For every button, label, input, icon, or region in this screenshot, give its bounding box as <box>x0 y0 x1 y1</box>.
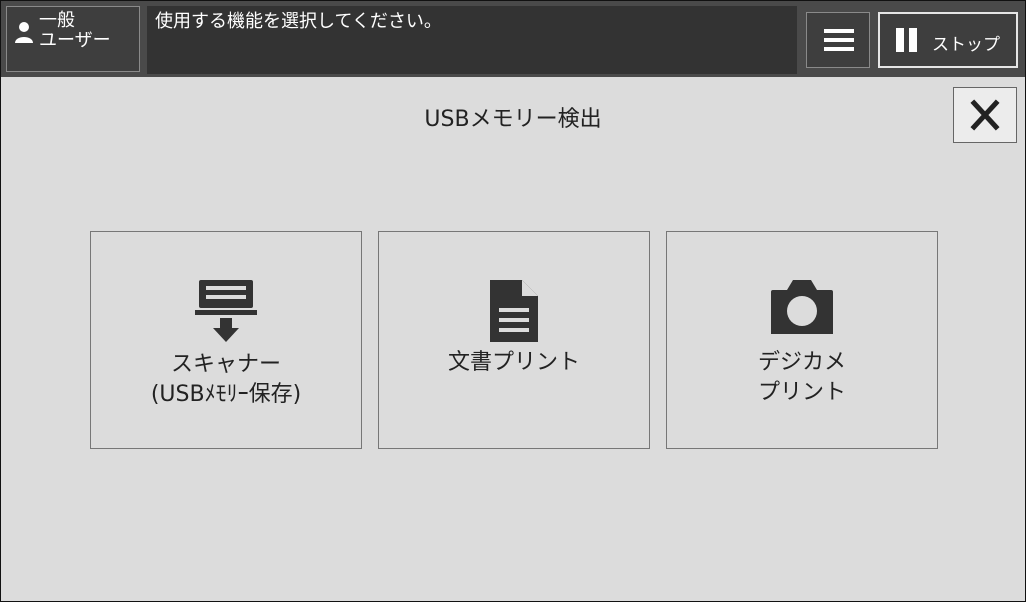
document-print-tile[interactable]: 文書プリント <box>378 231 650 449</box>
tile-label-line2: プリント <box>757 380 846 405</box>
person-icon <box>15 22 33 43</box>
instruction-message: 使用する機能を選択してください。 <box>155 11 442 32</box>
menu-button[interactable] <box>806 12 870 68</box>
message-area: 使用する機能を選択してください。 <box>147 6 797 74</box>
camera-icon <box>667 278 937 336</box>
tile-label-line1: デジカメ <box>757 350 846 375</box>
tile-label-line1: 文書プリント <box>447 350 580 375</box>
user-button[interactable]: 一般 ユーザー <box>6 6 140 72</box>
user-name-label: ユーザー <box>39 30 111 51</box>
stop-label: ストップ <box>932 35 1000 55</box>
tile-label-line2: (USBﾒﾓﾘｰ保存) <box>150 382 302 407</box>
top-bar: 一般 ユーザー 使用する機能を選択してください。 ストップ <box>1 1 1025 77</box>
scanner-usb-save-tile[interactable]: スキャナー (USBﾒﾓﾘｰ保存) <box>90 231 362 449</box>
scan-to-usb-icon <box>91 278 361 344</box>
user-type-label: 一般 <box>39 10 75 31</box>
close-button[interactable] <box>953 87 1017 143</box>
tile-label-line1: スキャナー <box>170 352 281 377</box>
page-title: USBメモリー検出 <box>424 107 602 132</box>
digital-camera-print-tile[interactable]: デジカメ プリント <box>666 231 938 449</box>
screen: 一般 ユーザー 使用する機能を選択してください。 ストップ USBメモリー検出 <box>0 0 1026 602</box>
stop-button[interactable]: ストップ <box>878 12 1018 68</box>
document-icon <box>379 278 649 344</box>
close-icon <box>970 99 1000 131</box>
